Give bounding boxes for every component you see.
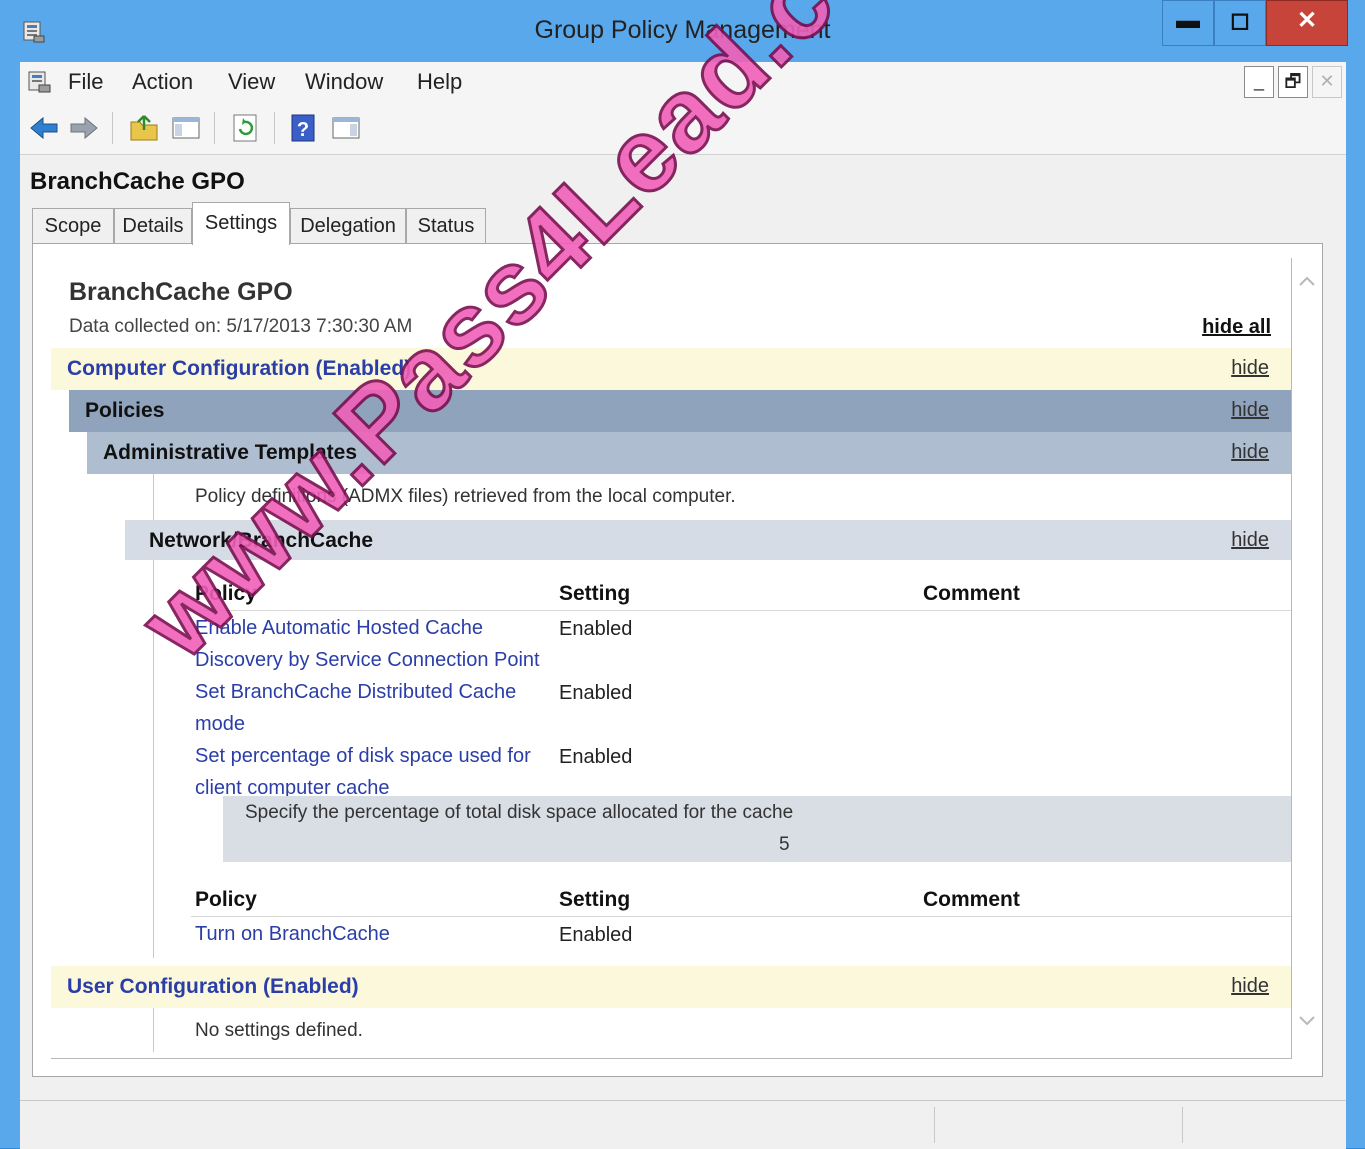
toolbar-separator [112,112,113,144]
back-arrow-icon[interactable] [28,112,60,144]
hide-link-admin-templates[interactable]: hide [1231,441,1269,464]
hide-link-user-config[interactable]: hide [1231,975,1269,998]
maximize-button[interactable]: ◻ [1214,0,1266,46]
menu-view[interactable]: View [228,69,275,95]
policies-header[interactable]: Policies hide [69,390,1291,432]
tab-settings[interactable]: Settings [192,202,290,245]
settings-panel: BranchCache GPO Data collected on: 5/17/… [32,243,1323,1077]
hide-all-link[interactable]: hide all [1202,316,1271,339]
menu-help[interactable]: Help [417,69,462,95]
indent-line [153,1008,154,1052]
user-config-header[interactable]: User Configuration (Enabled) hide [51,966,1291,1008]
settings-report[interactable]: BranchCache GPO Data collected on: 5/17/… [51,258,1292,1059]
user-config-label: User Configuration (Enabled) [67,975,359,998]
menu-window[interactable]: Window [305,69,383,95]
hide-link-policies[interactable]: hide [1231,399,1269,422]
toolbar-separator [214,112,215,144]
mdi-restore-button[interactable]: 🗗 [1278,66,1308,98]
policies-label: Policies [85,399,165,422]
mdi-close-button[interactable]: ✕ [1312,66,1342,98]
table-header-divider [191,916,1291,917]
policy-setting-value: Enabled [559,746,633,768]
column-header-comment: Comment [923,582,1020,605]
status-divider [934,1107,935,1143]
data-collected-text: Data collected on: 5/17/2013 7:30:30 AM [69,316,413,337]
no-settings-text: No settings defined. [195,1020,363,1041]
column-header-comment: Comment [923,888,1020,911]
computer-config-header[interactable]: Computer Configuration (Enabled) hide [51,348,1291,390]
table-header-divider [191,610,1291,611]
policy-link-distributed-cache-mode[interactable]: Set BranchCache Distributed Cache mode [195,676,545,740]
menu-file[interactable]: File [68,69,103,95]
show-hide-console-tree-icon[interactable] [170,112,202,144]
forward-arrow-icon[interactable] [68,112,100,144]
tab-details[interactable]: Details [114,208,192,243]
help-icon[interactable]: ? [288,112,320,144]
toolbar-separator [274,112,275,144]
scroll-down-icon[interactable] [1295,1008,1319,1032]
mdi-minimize-button[interactable]: _ [1244,66,1274,98]
menu-action[interactable]: Action [132,69,193,95]
policy-setting-value: Enabled [559,682,633,704]
column-header-policy: Policy [195,888,257,911]
hide-link-network-branchcache[interactable]: hide [1231,529,1269,552]
tab-scope[interactable]: Scope [32,208,114,243]
status-bar [20,1100,1346,1149]
policy-link-turn-on-branchcache[interactable]: Turn on BranchCache [195,918,545,950]
policy-setting-value: Enabled [559,618,633,640]
mmc-document-icon[interactable] [26,70,52,94]
column-header-setting: Setting [559,582,631,605]
minimize-button[interactable]: ▬ [1162,0,1214,46]
refresh-icon[interactable] [230,112,262,144]
close-button[interactable]: ✕ [1266,0,1348,46]
scroll-up-icon[interactable] [1295,270,1319,294]
tab-status[interactable]: Status [406,208,486,243]
hide-link-computer-config[interactable]: hide [1231,357,1269,380]
show-hide-action-pane-icon[interactable] [330,112,362,144]
policy-setting-value: Enabled [559,924,633,946]
up-folder-icon[interactable] [128,112,160,144]
content-title: BranchCache GPO [30,168,245,195]
column-header-setting: Setting [559,888,631,911]
detail-value: 5 [779,834,790,855]
app-window: Group Policy Management ▬ ◻ ✕ File Actio… [0,0,1365,1149]
policy-detail-box: Specify the percentage of total disk spa… [223,796,1291,862]
svg-text:?: ? [297,119,309,141]
detail-label: Specify the percentage of total disk spa… [245,802,794,823]
policy-link-disk-space-percentage[interactable]: Set percentage of disk space used for cl… [195,740,545,804]
status-divider [1182,1107,1183,1143]
report-title: BranchCache GPO [69,278,293,306]
tab-delegation[interactable]: Delegation [290,208,406,243]
